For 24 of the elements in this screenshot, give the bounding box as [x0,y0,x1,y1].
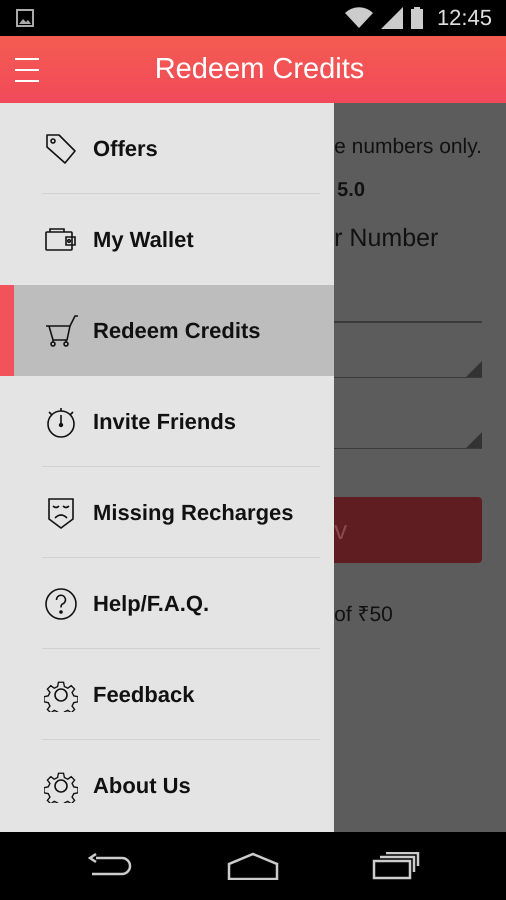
recents-icon[interactable] [372,852,420,880]
drawer-item[interactable]: About Us [0,740,334,831]
drawer-item[interactable]: My Wallet [0,194,334,285]
screen-title: Redeem Credits [154,53,366,86]
drawer-item[interactable]: Invite Friends [0,376,334,467]
help-icon [44,586,78,620]
drawer-item[interactable]: Redeem Credits [0,285,334,376]
image-notification-icon [16,9,34,27]
drawer-item[interactable]: Feedback [0,649,334,740]
drawer-item[interactable]: Help/F.A.Q. [0,558,334,649]
clock-time: 12:45 [436,5,492,31]
field-heading: r Number [334,224,440,253]
battery-icon [410,7,423,29]
drawer-item[interactable]: Missing Recharges [0,467,334,558]
cart-icon [44,314,78,348]
drawer-item[interactable]: Offers [0,103,334,194]
balance-text: 5.0 [336,179,366,202]
tag-icon [44,132,78,166]
menu-button[interactable] [15,58,39,82]
wifi-icon [344,7,373,29]
signal-icon [380,7,403,29]
home-icon[interactable] [226,852,279,880]
hint-text: e numbers only. [334,135,482,159]
credit-text: of ₹50 [334,602,394,627]
